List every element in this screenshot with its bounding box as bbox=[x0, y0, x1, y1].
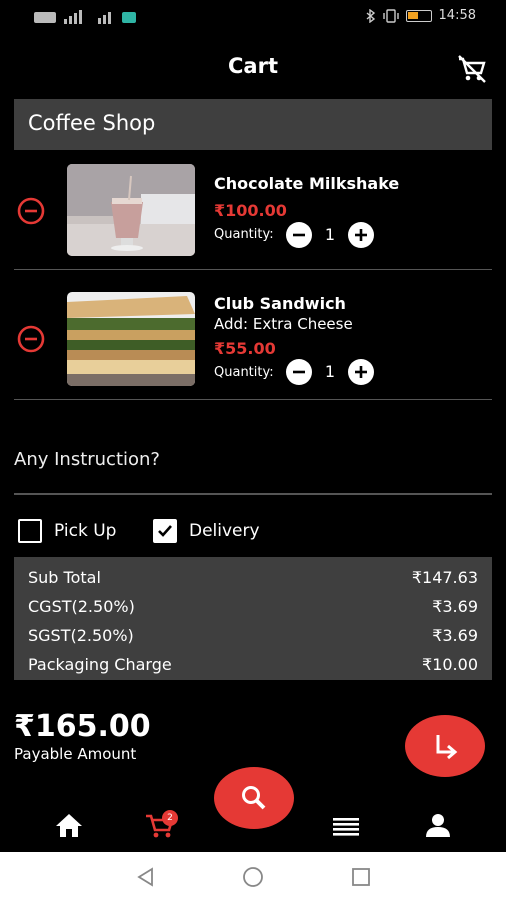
item-addon: Add: Extra Cheese bbox=[214, 315, 353, 333]
vibrate-icon bbox=[382, 8, 399, 23]
payable-amount: ₹165.00 bbox=[14, 709, 151, 744]
proceed-arrow-icon bbox=[436, 735, 458, 760]
cart-item: Club Sandwich Add: Extra Cheese ₹55.00 Q… bbox=[14, 280, 492, 392]
instruction-underline bbox=[14, 493, 492, 495]
remove-item-icon[interactable] bbox=[16, 196, 46, 226]
milkshake-image bbox=[67, 164, 195, 256]
minus-icon[interactable] bbox=[285, 221, 313, 249]
shop-header: Coffee Shop bbox=[14, 99, 492, 150]
payable-label: Payable Amount bbox=[14, 745, 137, 763]
recents-icon[interactable] bbox=[350, 866, 372, 888]
item-divider bbox=[14, 399, 492, 400]
quantity-label: Quantity: bbox=[214, 365, 274, 380]
clear-cart-icon[interactable] bbox=[456, 54, 488, 84]
plus-icon[interactable] bbox=[347, 221, 375, 249]
battery-icon bbox=[405, 9, 432, 22]
home-icon[interactable] bbox=[53, 810, 85, 840]
quantity-value: 1 bbox=[324, 225, 336, 244]
home-circle-icon[interactable] bbox=[242, 866, 264, 888]
status-indicators-right: 14:58 bbox=[366, 8, 476, 23]
system-navigation-bar bbox=[0, 852, 506, 900]
profile-icon[interactable] bbox=[422, 810, 454, 840]
summary-label: SGST(2.50%) bbox=[28, 626, 134, 645]
shop-name: Coffee Shop bbox=[28, 111, 156, 135]
page-title: Cart bbox=[228, 54, 278, 78]
status-indicators-left bbox=[34, 10, 136, 24]
bluetooth-icon bbox=[366, 8, 375, 23]
summary-label: Packaging Charge bbox=[28, 655, 172, 674]
proceed-button[interactable] bbox=[405, 715, 485, 777]
status-bar: 14:58 bbox=[0, 0, 506, 36]
cart-item: Chocolate Milkshake ₹100.00 Quantity: 1 bbox=[14, 160, 492, 268]
delivery-label: Delivery bbox=[189, 521, 260, 541]
instruction-input[interactable]: Any Instruction? bbox=[14, 449, 160, 470]
volte-icon bbox=[34, 11, 56, 23]
menu-icon[interactable] bbox=[330, 810, 362, 840]
quantity-value: 1 bbox=[324, 362, 336, 381]
item-price: ₹55.00 bbox=[214, 339, 276, 358]
summary-row: Packaging Charge ₹10.00 bbox=[28, 655, 478, 679]
minus-icon[interactable] bbox=[285, 358, 313, 386]
top-bar: Cart bbox=[0, 44, 506, 92]
cart-badge: 2 bbox=[162, 810, 178, 826]
app-notification-icon bbox=[122, 11, 136, 23]
checkmark-icon bbox=[158, 525, 172, 537]
summary-value: ₹147.63 bbox=[411, 568, 478, 587]
summary-label: CGST(2.50%) bbox=[28, 597, 135, 616]
item-name: Club Sandwich bbox=[214, 294, 346, 313]
remove-item-icon[interactable] bbox=[16, 324, 46, 354]
item-name: Chocolate Milkshake bbox=[214, 174, 400, 193]
search-icon bbox=[242, 786, 266, 810]
search-button[interactable] bbox=[214, 767, 294, 829]
order-summary: Sub Total ₹147.63 CGST(2.50%) ₹3.69 SGST… bbox=[14, 557, 492, 680]
plus-icon[interactable] bbox=[347, 358, 375, 386]
item-divider bbox=[14, 269, 492, 270]
pickup-option[interactable]: Pick Up bbox=[18, 519, 116, 543]
status-time: 14:58 bbox=[438, 8, 476, 23]
pickup-label: Pick Up bbox=[54, 521, 117, 541]
signal-icon-2 bbox=[98, 12, 111, 24]
summary-value: ₹10.00 bbox=[422, 655, 478, 674]
summary-row: CGST(2.50%) ₹3.69 bbox=[28, 597, 478, 621]
back-icon[interactable] bbox=[135, 866, 157, 888]
delivery-checkbox[interactable] bbox=[153, 519, 177, 543]
quantity-label: Quantity: bbox=[214, 227, 274, 242]
sandwich-image bbox=[67, 292, 195, 386]
summary-value: ₹3.69 bbox=[432, 626, 478, 645]
summary-value: ₹3.69 bbox=[432, 597, 478, 616]
signal-icon bbox=[64, 10, 82, 24]
item-price: ₹100.00 bbox=[214, 201, 287, 220]
summary-row: SGST(2.50%) ₹3.69 bbox=[28, 626, 478, 650]
summary-label: Sub Total bbox=[28, 568, 101, 587]
pickup-checkbox[interactable] bbox=[18, 519, 42, 543]
delivery-option[interactable]: Delivery bbox=[153, 519, 260, 543]
summary-row: Sub Total ₹147.63 bbox=[28, 568, 478, 592]
